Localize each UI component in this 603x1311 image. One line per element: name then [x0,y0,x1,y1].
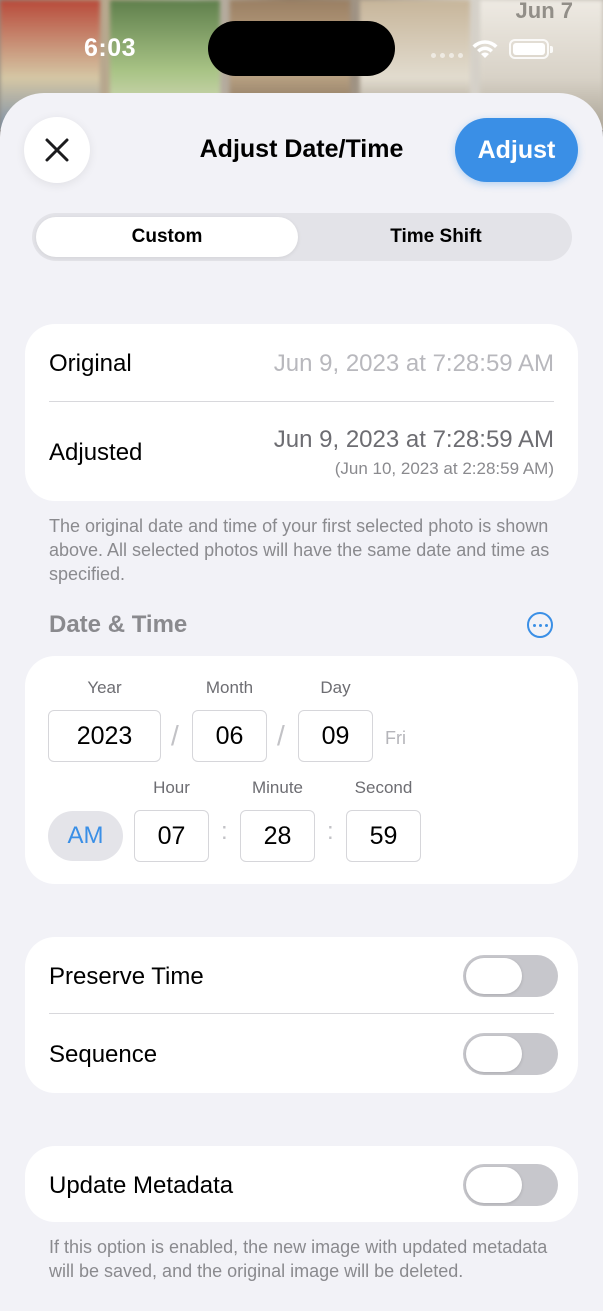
divider [49,1013,554,1014]
year-field[interactable]: 2023 [48,710,161,762]
date-separator: / [277,720,285,751]
mode-segmented-control: Custom Time Shift [32,213,572,261]
adjusted-label: Adjusted [49,439,143,466]
sequence-label: Sequence [49,1041,158,1068]
metadata-card: Update Metadata [25,1146,578,1222]
date-time-section-title: Date & Time [49,611,188,638]
month-field[interactable]: 06 [192,710,267,762]
year-label: Year [87,678,122,697]
original-value: Jun 9, 2023 at 7:28:59 AM [273,350,554,377]
summary-card: Original Jun 9, 2023 at 7:28:59 AM Adjus… [25,324,578,501]
update-metadata-toggle[interactable] [463,1164,558,1206]
adjusted-value: Jun 9, 2023 at 7:28:59 AM [273,426,554,453]
update-metadata-label: Update Metadata [49,1172,234,1199]
dynamic-island [208,21,395,76]
adjust-date-time-sheet: Adjust Date/Time Adjust Custom Time Shif… [0,93,603,1311]
day-label: Day [320,678,351,697]
preserve-time-label: Preserve Time [49,963,204,990]
sequence-toggle[interactable] [463,1033,558,1075]
date-separator: / [171,720,179,751]
hour-field[interactable]: 07 [134,810,209,862]
divider [49,401,554,402]
cellular-signal-icon [431,53,463,58]
day-field[interactable]: 09 [298,710,373,762]
adjust-button[interactable]: Adjust [455,118,578,182]
am-pm-toggle[interactable]: AM [48,811,123,861]
date-time-card: Year Month Day 2023 / 06 / 09 Fri Hour M… [25,656,578,884]
options-card: Preserve Time Sequence [25,937,578,1093]
minute-field[interactable]: 28 [240,810,315,862]
wifi-icon [472,40,498,58]
battery-icon [509,39,553,59]
metadata-footnote: If this option is enabled, the new image… [49,1237,548,1281]
weekday-label: Fri [385,728,406,748]
hour-label: Hour [153,778,190,797]
month-label: Month [205,678,254,697]
summary-footnote: The original date and time of your first… [49,516,550,584]
second-label: Second [354,778,413,797]
more-options-icon[interactable] [527,612,553,638]
adjusted-secondary-value: (Jun 10, 2023 at 2:28:59 AM) [334,459,554,478]
time-separator: : [221,818,228,845]
status-bar: 6:03 [0,0,603,96]
minute-label: Minute [251,778,304,797]
preserve-time-toggle[interactable] [463,955,558,997]
segment-custom[interactable]: Custom [36,217,298,257]
time-separator: : [327,818,334,845]
segment-time-shift[interactable]: Time Shift [304,217,568,257]
status-time: 6:03 [84,34,137,62]
second-field[interactable]: 59 [346,810,421,862]
original-label: Original [49,350,132,377]
